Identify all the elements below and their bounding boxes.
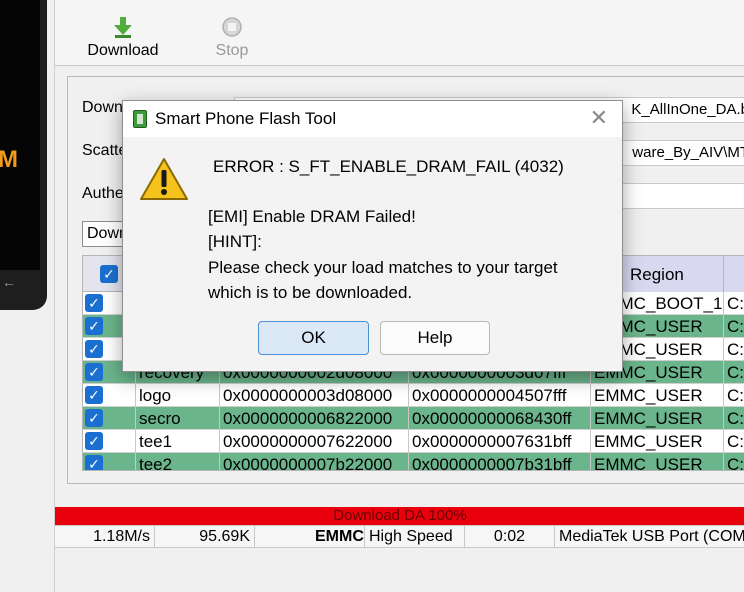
location-column-header[interactable] — [723, 256, 744, 292]
dialog-titlebar: Smart Phone Flash Tool ✕ — [123, 101, 622, 137]
location: C:\ — [723, 407, 744, 430]
hint-label: [HINT]: — [208, 232, 262, 251]
status-size: 95.69K — [155, 526, 255, 548]
location: C:\ — [723, 430, 744, 453]
row-checkbox-cell: ✓ — [83, 384, 135, 407]
download-button[interactable]: Download — [85, 16, 161, 60]
row-checkbox[interactable]: ✓ — [85, 294, 103, 312]
status-port: MediaTek USB Port (COM — [559, 528, 744, 545]
close-icon[interactable]: ✕ — [590, 105, 608, 131]
begin-address: 0x0000000007622000 — [219, 430, 408, 453]
begin-address: 0x0000000003d08000 — [219, 384, 408, 407]
error-dialog: Smart Phone Flash Tool ✕ ERROR : S_FT_EN… — [122, 100, 623, 372]
warning-icon — [140, 158, 188, 200]
scatter-path-text: ware_By_AIV\MT — [632, 144, 744, 161]
location: C:\ — [723, 315, 744, 338]
error-code-text: ERROR : S_FT_ENABLE_DRAM_FAIL (4032) — [213, 157, 564, 176]
status-usb-speed: High Speed — [365, 526, 465, 548]
status-storage: EMMC — [311, 526, 365, 548]
help-button[interactable]: Help — [380, 321, 490, 355]
toolbar: Download Stop — [55, 0, 744, 66]
end-address: 0x00000000068430ff — [408, 407, 590, 430]
row-checkbox[interactable]: ✓ — [85, 432, 103, 450]
phone-brand-text: M — [0, 146, 18, 173]
hint-text-line2: which is to be downloaded. — [208, 283, 413, 302]
partition-name: tee1 — [135, 430, 219, 453]
region: EMMC_USER — [590, 384, 723, 407]
ok-button[interactable]: OK — [258, 321, 369, 355]
partition-name: logo — [135, 384, 219, 407]
app-icon — [133, 110, 147, 128]
location: C:\ — [723, 453, 744, 470]
table-row[interactable]: ✓ tee1 0x0000000007622000 0x0000000007631bf… — [83, 430, 744, 453]
location: C:\ — [723, 292, 744, 315]
row-checkbox[interactable]: ✓ — [85, 455, 103, 470]
phone-screen — [0, 0, 40, 270]
row-checkbox-cell: ✓ — [83, 407, 135, 430]
begin-address: 0x0000000006822000 — [219, 407, 408, 430]
download-label: Download — [87, 42, 159, 59]
status-speed: 1.18M/s — [55, 526, 155, 548]
dialog-body: ERROR : S_FT_ENABLE_DRAM_FAIL (4032) [EM… — [123, 137, 622, 371]
download-agent-path-text: K_AllInOne_DA.b — [631, 101, 744, 118]
hint-text-line1: Please check your load matches to your t… — [208, 258, 558, 277]
begin-address: 0x0000000007b22000 — [219, 453, 408, 470]
table-row[interactable]: ✓ tee2 0x0000000007b22000 0x0000000007b31bf… — [83, 453, 744, 470]
row-checkbox-cell: ✓ — [83, 453, 135, 470]
region-column-header[interactable]: Region — [615, 256, 723, 292]
row-checkbox[interactable]: ✓ — [85, 386, 103, 404]
end-address: 0x0000000004507fff — [408, 384, 590, 407]
progress-bar: Download DA 100% — [55, 507, 744, 525]
stop-icon — [222, 17, 242, 37]
table-row[interactable]: ✓ logo 0x0000000003d08000 0x0000000004507ff… — [83, 384, 744, 407]
select-all-checkbox[interactable]: ✓ — [100, 265, 118, 283]
dialog-title: Smart Phone Flash Tool — [155, 109, 337, 128]
region: EMMC_USER — [590, 453, 723, 470]
row-checkbox[interactable]: ✓ — [85, 409, 103, 427]
status-bar: 1.18M/s 95.69K EMMC High Speed 0:02 Medi… — [55, 525, 744, 548]
end-address: 0x0000000007631bff — [408, 430, 590, 453]
error-message-line: [EMI] Enable DRAM Failed! — [208, 207, 416, 226]
end-address: 0x0000000007b31bff — [408, 453, 590, 470]
phone-image: M ← — [0, 0, 47, 310]
region: EMMC_USER — [590, 407, 723, 430]
location: C:\ — [723, 384, 744, 407]
download-icon — [114, 17, 132, 38]
region: EMMC_USER — [590, 430, 723, 453]
row-checkbox[interactable]: ✓ — [85, 317, 103, 335]
row-checkbox-cell: ✓ — [83, 430, 135, 453]
status-time: 0:02 — [465, 526, 555, 548]
stop-label: Stop — [215, 42, 249, 59]
partition-name: tee2 — [135, 453, 219, 470]
location: C:\ — [723, 361, 744, 384]
table-row[interactable]: ✓ secro 0x0000000006822000 0x00000000068430… — [83, 407, 744, 430]
row-checkbox[interactable]: ✓ — [85, 340, 103, 358]
row-checkbox[interactable]: ✓ — [85, 363, 103, 381]
location: C:\ — [723, 338, 744, 361]
phone-back-key: ← — [2, 274, 16, 290]
partition-name: secro — [135, 407, 219, 430]
stop-button[interactable]: Stop — [210, 16, 254, 60]
